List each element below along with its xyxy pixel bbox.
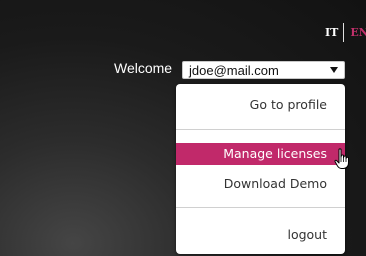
language-divider xyxy=(343,22,345,42)
menu-divider xyxy=(176,207,345,208)
welcome-label: Welcome xyxy=(114,60,173,76)
account-select-value: jdoe@mail.com xyxy=(189,62,279,78)
hand-pointer-icon xyxy=(334,148,349,169)
account-select[interactable]: jdoe@mail.com xyxy=(182,61,345,79)
account-dropdown-menu: Go to profile Manage licenses Download D… xyxy=(176,84,345,254)
chevron-down-icon[interactable] xyxy=(330,67,338,73)
menu-item-go-to-profile[interactable]: Go to profile xyxy=(176,94,345,116)
language-it-link[interactable]: IT xyxy=(325,26,338,39)
language-en-link[interactable]: EN xyxy=(350,26,366,39)
menu-divider xyxy=(176,129,345,130)
menu-item-logout[interactable]: logout xyxy=(176,224,345,246)
menu-item-manage-licenses[interactable]: Manage licenses xyxy=(176,143,345,165)
language-switcher: IT EN xyxy=(325,22,366,42)
menu-item-download-demo[interactable]: Download Demo xyxy=(176,173,345,195)
